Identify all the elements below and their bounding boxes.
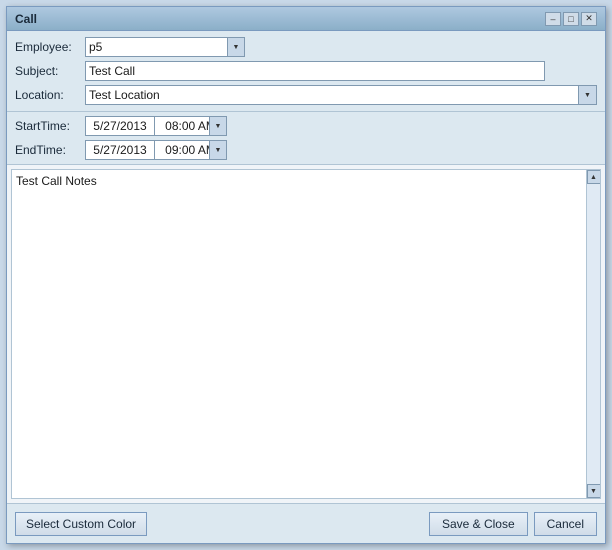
subject-row: Subject: [15,61,597,81]
scroll-track [587,184,600,484]
title-bar: Call – □ ✕ [7,7,605,31]
start-time-label: StartTime: [15,119,85,133]
start-date-input[interactable] [85,116,155,136]
window-controls: – □ ✕ [545,12,597,26]
end-date-input[interactable] [85,140,155,160]
location-label: Location: [15,88,85,102]
start-time-wrapper [155,116,227,136]
subject-label: Subject: [15,64,85,78]
scroll-up-button[interactable]: ▲ [587,170,601,184]
minimize-button[interactable]: – [545,12,561,26]
footer: Select Custom Color Save & Close Cancel [7,503,605,543]
end-time-row: EndTime: [15,140,597,160]
cancel-button[interactable]: Cancel [534,512,597,536]
custom-color-button[interactable]: Select Custom Color [15,512,147,536]
footer-left: Select Custom Color [15,512,147,536]
employee-input[interactable] [85,37,245,57]
close-button[interactable]: ✕ [581,12,597,26]
employee-label: Employee: [15,40,85,54]
end-time-wrapper [155,140,227,160]
notes-textarea[interactable]: Test Call Notes [12,170,586,498]
dialog-title: Call [15,12,37,26]
scroll-down-button[interactable]: ▼ [587,484,601,498]
form-area: Employee: Subject: Location: [7,31,605,112]
scrollbar: ▲ ▼ [586,170,600,498]
maximize-button[interactable]: □ [563,12,579,26]
time-section: StartTime: EndTime: [7,112,605,165]
employee-row: Employee: [15,37,597,57]
location-input-wrap [85,85,597,105]
footer-right: Save & Close Cancel [429,512,597,536]
save-close-button[interactable]: Save & Close [429,512,528,536]
call-dialog: Call – □ ✕ Employee: Subject: Location: [6,6,606,544]
notes-area: Test Call Notes ▲ ▼ [11,169,601,499]
location-dropdown-btn[interactable] [579,85,597,105]
employee-select-wrapper [85,37,245,57]
location-row: Location: [15,85,597,105]
location-input[interactable] [85,85,579,105]
start-time-input[interactable] [155,116,227,136]
end-time-label: EndTime: [15,143,85,157]
start-time-row: StartTime: [15,116,597,136]
subject-input[interactable] [85,61,545,81]
end-time-input[interactable] [155,140,227,160]
